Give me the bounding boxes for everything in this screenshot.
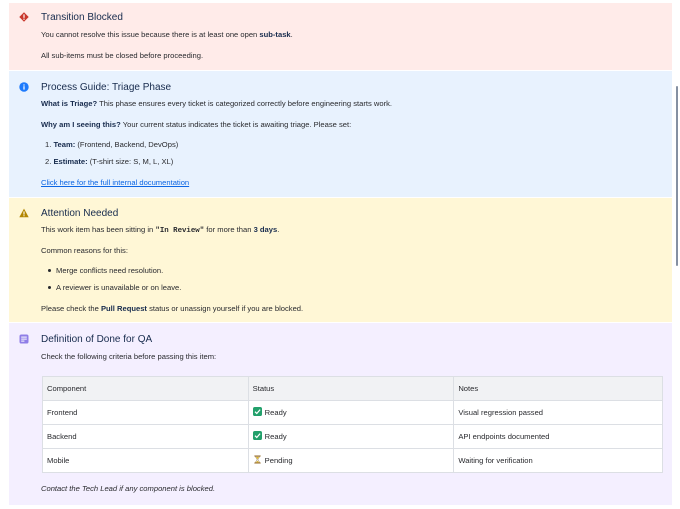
column-header: Component [42, 376, 249, 401]
note-panel: Definition of Done for QA Check the foll… [9, 323, 672, 505]
error-detail: All sub-items must be closed before proc… [41, 51, 204, 60]
info-icon [19, 82, 29, 92]
error-message: You cannot resolve this issue because th… [41, 30, 293, 39]
table-row: Backend Ready API endpoints documented [42, 424, 663, 449]
notes-cell: Waiting for verification [453, 448, 663, 473]
column-header: Notes [453, 376, 663, 401]
reasons-heading: Common reasons for this: [41, 246, 128, 255]
panel-title: Process Guide: Triage Phase [41, 82, 172, 93]
list-item: Merge conflicts need resolution. [48, 266, 163, 275]
component-cell: Frontend [42, 400, 249, 425]
warning-triangle-icon [19, 208, 29, 218]
qa-intro: Check the following criteria before pass… [41, 352, 217, 361]
table-row: Mobile Pending Waiting for verification [42, 448, 663, 473]
notes-cell: API endpoints documented [453, 424, 663, 449]
table-row: Frontend Ready Visual regression passed [42, 400, 663, 425]
error-panel: Transition Blocked You cannot resolve th… [9, 3, 672, 70]
qa-criteria-table: Component Status Notes Frontend Ready Vi… [42, 376, 663, 473]
list-item-team: 1. Team: (Frontend, Backend, DevOps) [45, 140, 179, 149]
column-header: Status [247, 376, 455, 401]
component-cell: Backend [42, 424, 249, 449]
check-mark-icon [252, 431, 262, 441]
table-header-row: Component Status Notes [42, 376, 663, 401]
warning-message: This work item has been sitting in "In R… [41, 225, 280, 235]
warning-action: Please check the Pull Request status or … [41, 304, 304, 313]
status-cell: Ready [247, 424, 455, 449]
list-item-estimate: 2. Estimate: (T-shirt size: S, M, L, XL) [45, 157, 174, 166]
qa-footer-note: Contact the Tech Lead if any component i… [41, 484, 216, 493]
panel-title: Transition Blocked [41, 12, 123, 23]
triage-definition: What is Triage? This phase ensures every… [41, 99, 393, 108]
info-panel: Process Guide: Triage Phase What is Tria… [9, 71, 672, 197]
status-cell: Pending [247, 448, 455, 473]
check-mark-icon [252, 407, 262, 417]
panel-title: Definition of Done for QA [41, 334, 153, 345]
panel-title: Attention Needed [41, 208, 119, 219]
triage-reason: Why am I seeing this? Your current statu… [41, 120, 352, 129]
note-icon [19, 334, 29, 344]
status-cell: Ready [247, 400, 455, 425]
diamond-error-icon [19, 12, 29, 22]
hourglass-icon [254, 455, 261, 464]
list-item: A reviewer is unavailable or on leave. [48, 283, 181, 292]
scrollbar-thumb[interactable] [676, 86, 678, 266]
notes-cell: Visual regression passed [453, 400, 663, 425]
component-cell: Mobile [42, 448, 249, 473]
warning-panel: Attention Needed This work item has been… [9, 198, 672, 322]
documentation-link[interactable]: Click here for the full internal documen… [41, 178, 189, 187]
